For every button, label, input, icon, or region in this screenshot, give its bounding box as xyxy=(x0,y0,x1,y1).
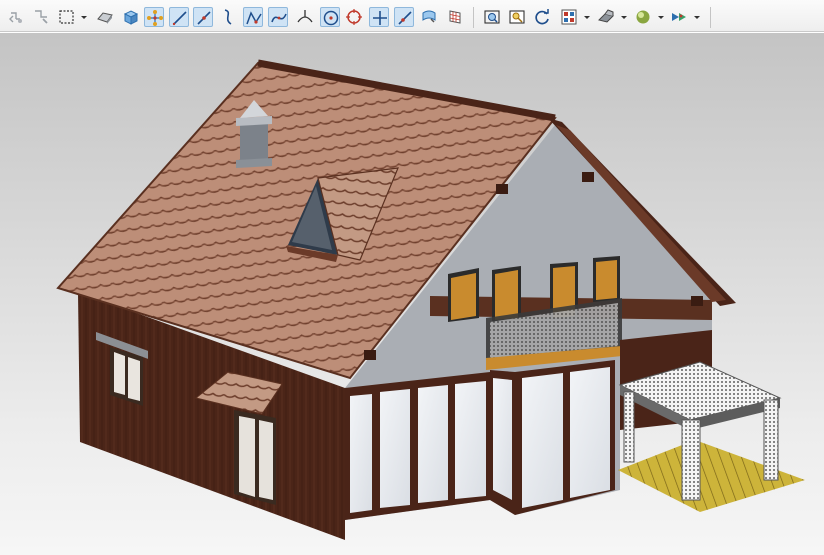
grid-button[interactable] xyxy=(445,7,465,27)
surface-icon xyxy=(422,10,436,23)
surface-button[interactable] xyxy=(419,7,439,27)
circle-target-button[interactable] xyxy=(344,7,364,27)
3d-viewport[interactable] xyxy=(0,33,824,555)
toolbar-separator xyxy=(473,7,474,28)
polyline-button[interactable] xyxy=(243,7,263,27)
spline-button[interactable] xyxy=(268,7,288,27)
normal-icon xyxy=(297,10,313,23)
crosshair-icon xyxy=(373,11,387,25)
solid-box-button[interactable] xyxy=(121,7,141,27)
snap-points-icon xyxy=(147,10,163,26)
shaded-mode-button[interactable] xyxy=(95,7,115,27)
select-filter-icon xyxy=(35,10,48,24)
view-orientation-dropdown[interactable] xyxy=(620,8,628,26)
snap-points-button[interactable] xyxy=(144,7,164,27)
line-segment-button[interactable] xyxy=(193,7,213,27)
curve-button[interactable] xyxy=(219,7,239,27)
shaded-mode-icon xyxy=(97,12,113,24)
view-layout-button[interactable] xyxy=(559,7,579,27)
view-orientation-icon xyxy=(598,9,614,23)
circle-center-button[interactable] xyxy=(320,7,340,27)
polyline-icon xyxy=(246,11,262,25)
chevron-down-icon xyxy=(658,16,664,19)
spline-icon xyxy=(271,13,287,23)
box-select-button[interactable] xyxy=(57,7,77,27)
normal-button[interactable] xyxy=(295,7,315,27)
display-options-icon xyxy=(672,13,686,21)
zoom-fit-icon xyxy=(484,10,500,24)
select-filter-button[interactable] xyxy=(31,7,51,27)
line-segment-icon xyxy=(197,11,211,25)
view-layout-dropdown[interactable] xyxy=(583,8,591,26)
box-select-icon xyxy=(59,10,74,24)
curve-icon xyxy=(224,9,232,25)
toolbar-separator xyxy=(710,7,711,28)
line-icon xyxy=(172,11,187,26)
render-style-button[interactable] xyxy=(633,7,653,27)
point-on-curve-icon xyxy=(398,11,412,25)
display-options-button[interactable] xyxy=(669,7,689,27)
solid-box-icon xyxy=(123,10,139,25)
view-orientation-button[interactable] xyxy=(596,7,616,27)
view-layout-icon xyxy=(561,9,577,25)
rotate-view-icon xyxy=(535,9,549,25)
chevron-down-icon xyxy=(584,16,590,19)
house-model[interactable] xyxy=(0,33,824,555)
chevron-down-icon xyxy=(621,16,627,19)
line-button[interactable] xyxy=(169,7,189,27)
crosshair-button[interactable] xyxy=(369,7,389,27)
undo-selection-icon xyxy=(9,12,22,23)
zoom-window-icon xyxy=(509,10,525,24)
render-style-dropdown[interactable] xyxy=(657,8,665,26)
main-toolbar xyxy=(0,0,824,32)
point-on-curve-button[interactable] xyxy=(394,7,414,27)
zoom-window-button[interactable] xyxy=(507,7,527,27)
zoom-fit-button[interactable] xyxy=(482,7,502,27)
rotate-view-button[interactable] xyxy=(532,7,552,27)
grid-icon xyxy=(449,10,461,24)
display-options-dropdown[interactable] xyxy=(693,8,701,26)
circle-target-icon xyxy=(346,9,362,25)
chevron-down-icon xyxy=(81,16,87,19)
box-select-dropdown[interactable] xyxy=(80,8,88,26)
render-style-icon xyxy=(636,10,650,24)
undo-selection-button[interactable] xyxy=(6,7,26,27)
chevron-down-icon xyxy=(694,16,700,19)
circle-center-icon xyxy=(323,10,339,26)
